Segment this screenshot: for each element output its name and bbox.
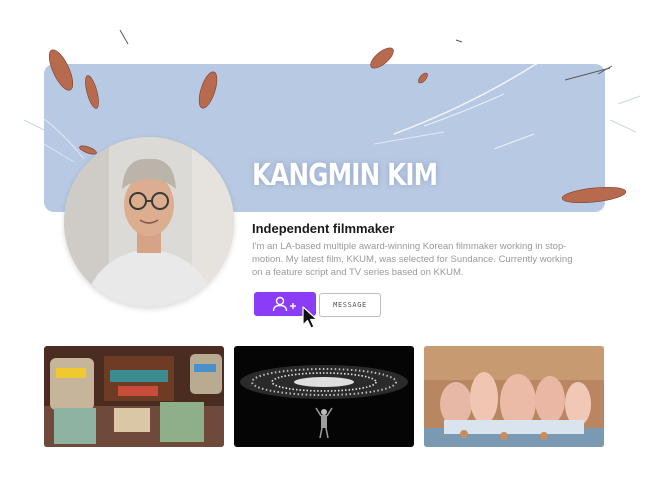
profile-name: KANGMIN KIM	[252, 158, 438, 193]
thumbnail-light-ring[interactable]	[234, 346, 414, 447]
profile-role: Independent filmmaker	[252, 221, 395, 236]
profile-card: KANGMIN KIM Independent filmmaker I'm an…	[0, 0, 663, 480]
message-button[interactable]: MESSAGE	[319, 293, 381, 317]
thumbnail-stop-motion-room[interactable]	[44, 346, 224, 447]
thumbnail-figurines[interactable]	[424, 346, 604, 447]
cursor-icon	[302, 306, 318, 329]
avatar	[64, 137, 234, 307]
user-plus-icon	[272, 296, 296, 312]
profile-bio: I'm an LA-based multiple award-winning K…	[252, 241, 573, 278]
